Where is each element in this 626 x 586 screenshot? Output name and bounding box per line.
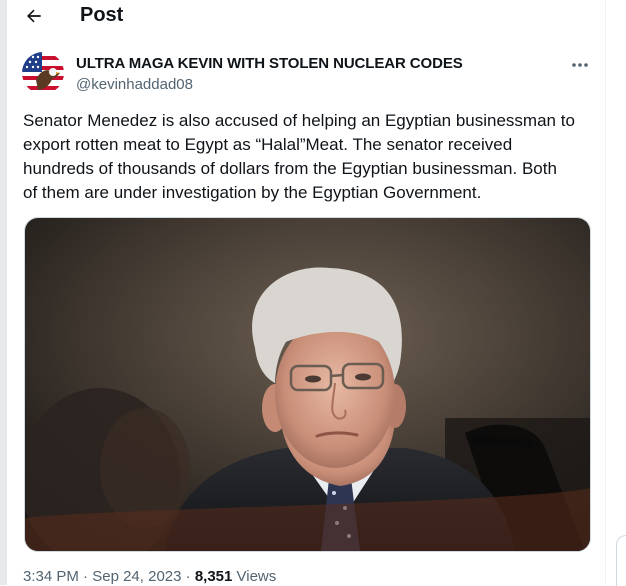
photo-senator-portrait-icon <box>25 218 590 551</box>
views-count: 8,351 <box>194 568 233 585</box>
post-date[interactable]: Sep 24, 2023 <box>92 568 181 585</box>
meta-separator: · <box>181 568 195 585</box>
post-image[interactable] <box>24 217 591 552</box>
more-options-button[interactable] <box>566 54 594 76</box>
meta-separator: · <box>78 568 93 585</box>
back-button[interactable] <box>20 2 48 30</box>
post-text: Senator Menedez is also accused of helpi… <box>23 111 575 202</box>
author-avatar[interactable] <box>22 52 64 94</box>
arrow-left-icon <box>27 9 41 23</box>
views-label: Views <box>232 568 277 585</box>
author-handle[interactable]: @kevinhaddad08 <box>76 76 193 93</box>
post-meta: 3:34 PM · Sep 24, 2023 · 8,351 Views <box>23 568 276 585</box>
right-panel-card-edge <box>616 535 626 586</box>
top-bar: Post <box>0 0 605 34</box>
more-horizontal-icon <box>572 63 588 67</box>
eagle-flag-avatar-icon <box>22 52 64 94</box>
author-name[interactable]: ULTRA MAGA KEVIN WITH STOLEN NUCLEAR COD… <box>76 55 463 72</box>
page-title: Post <box>80 4 124 26</box>
post-time[interactable]: 3:34 PM <box>23 568 79 585</box>
page-edge-left <box>0 0 7 585</box>
right-panel <box>606 0 626 585</box>
